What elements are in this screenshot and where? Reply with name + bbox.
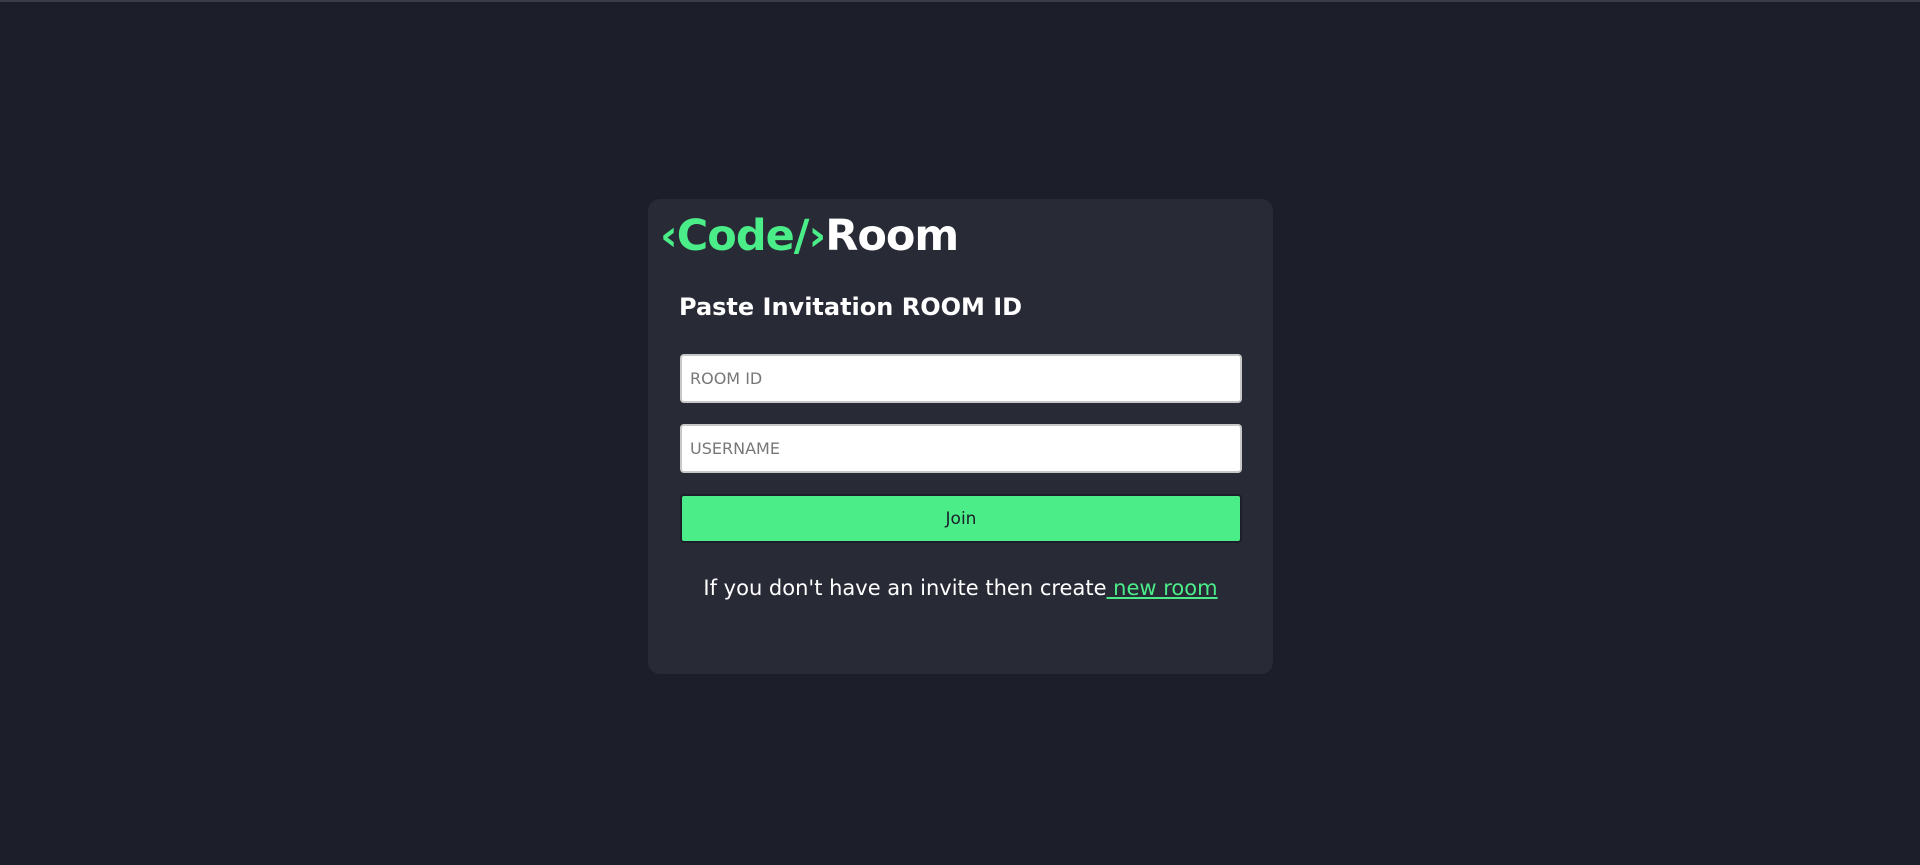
create-room-info: If you don't have an invite then create … [648, 574, 1273, 602]
app-logo: ‹Code/› Room [660, 211, 959, 261]
logo-room-text: Room [825, 211, 959, 261]
create-room-text: If you don't have an invite then create [703, 576, 1107, 600]
new-room-link[interactable]: new room [1107, 576, 1217, 600]
logo-code-text: ‹Code/› [660, 211, 826, 261]
username-input[interactable] [680, 424, 1242, 473]
room-id-input[interactable] [680, 354, 1242, 403]
join-room-card: ‹Code/›Room Paste Invitation ROOM ID Joi… [648, 199, 1273, 674]
form-heading: Paste Invitation ROOM ID [679, 293, 1023, 321]
window-top-border [0, 0, 1920, 2]
join-button[interactable]: Join [680, 494, 1242, 543]
